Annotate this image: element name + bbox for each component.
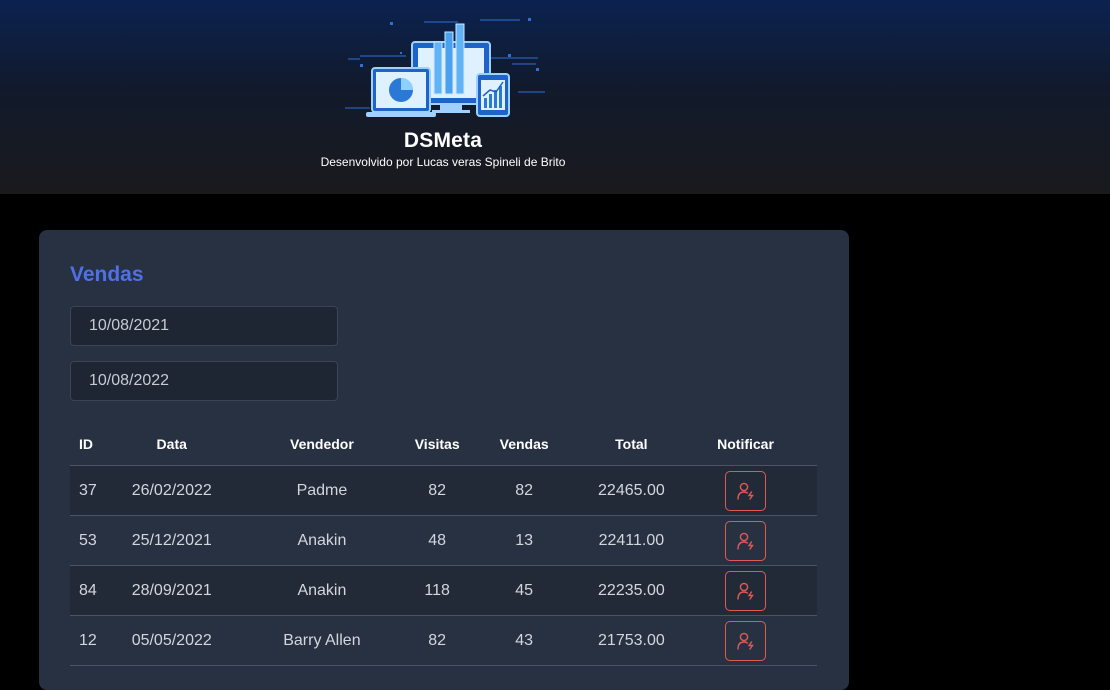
min-date-input[interactable] (70, 306, 338, 346)
sales-card: Vendas ID Data Vendedor Visitas Vendas T… (39, 230, 849, 690)
notify-button[interactable] (725, 520, 767, 561)
cell-id: 53 (70, 515, 115, 566)
cell-deals: 13 (459, 515, 589, 566)
cell-deals: 45 (459, 565, 589, 616)
header: DSMeta Desenvolvido por Lucas veras Spin… (0, 0, 1110, 194)
column-header-seller: Vendedor (229, 422, 415, 466)
notify-button[interactable] (725, 470, 767, 511)
max-date-input[interactable] (70, 361, 338, 401)
dashboard-illustration-icon (345, 18, 545, 117)
cell-seller: Barry Allen (229, 615, 415, 666)
cell-notify (674, 615, 817, 666)
cell-notify (674, 565, 817, 616)
cell-total: 22235.00 (588, 565, 675, 616)
column-header-deals: Vendas (459, 422, 589, 466)
column-header-date: Data (114, 422, 230, 466)
cell-notify (674, 515, 817, 566)
table-row: 37 26/02/2022 Padme 82 82 22465.00 (70, 465, 817, 516)
column-header-visits: Visitas (414, 422, 460, 466)
user-notify-icon (736, 532, 754, 550)
cell-visits: 118 (414, 565, 460, 616)
cell-date: 25/12/2021 (114, 515, 230, 566)
table-row: 53 25/12/2021 Anakin 48 13 22411.00 (70, 515, 817, 566)
cell-visits: 82 (414, 615, 460, 666)
user-notify-icon (736, 632, 754, 650)
app-subtitle: Desenvolvido por Lucas veras Spineli de … (320, 155, 566, 169)
column-header-id: ID (70, 422, 115, 466)
cell-deals: 82 (459, 465, 589, 516)
user-notify-icon (736, 582, 754, 600)
user-notify-icon (736, 482, 754, 500)
cell-id: 37 (70, 465, 115, 516)
cell-id: 84 (70, 565, 115, 616)
cell-seller: Anakin (229, 565, 415, 616)
cell-total: 22411.00 (588, 515, 675, 566)
table-row: 84 28/09/2021 Anakin 118 45 22235.00 (70, 565, 817, 616)
cell-deals: 43 (459, 615, 589, 666)
cell-seller: Padme (229, 465, 415, 516)
sales-title: Vendas (70, 263, 144, 286)
cell-date: 05/05/2022 (114, 615, 230, 666)
table-row: 12 05/05/2022 Barry Allen 82 43 21753.00 (70, 615, 817, 666)
cell-seller: Anakin (229, 515, 415, 566)
notify-button[interactable] (725, 570, 767, 611)
column-header-total: Total (588, 422, 675, 466)
cell-total: 21753.00 (588, 615, 675, 666)
app-title: DSMeta (403, 129, 483, 152)
cell-visits: 82 (414, 465, 460, 516)
table-header-row: ID Data Vendedor Visitas Vendas Total No… (70, 422, 817, 466)
cell-id: 12 (70, 615, 115, 666)
sales-table: ID Data Vendedor Visitas Vendas Total No… (70, 422, 817, 666)
cell-date: 26/02/2022 (114, 465, 230, 516)
cell-date: 28/09/2021 (114, 565, 230, 616)
notify-button[interactable] (725, 620, 767, 661)
cell-notify (674, 465, 817, 516)
cell-visits: 48 (414, 515, 460, 566)
column-header-notify: Notificar (674, 422, 817, 466)
cell-total: 22465.00 (588, 465, 675, 516)
